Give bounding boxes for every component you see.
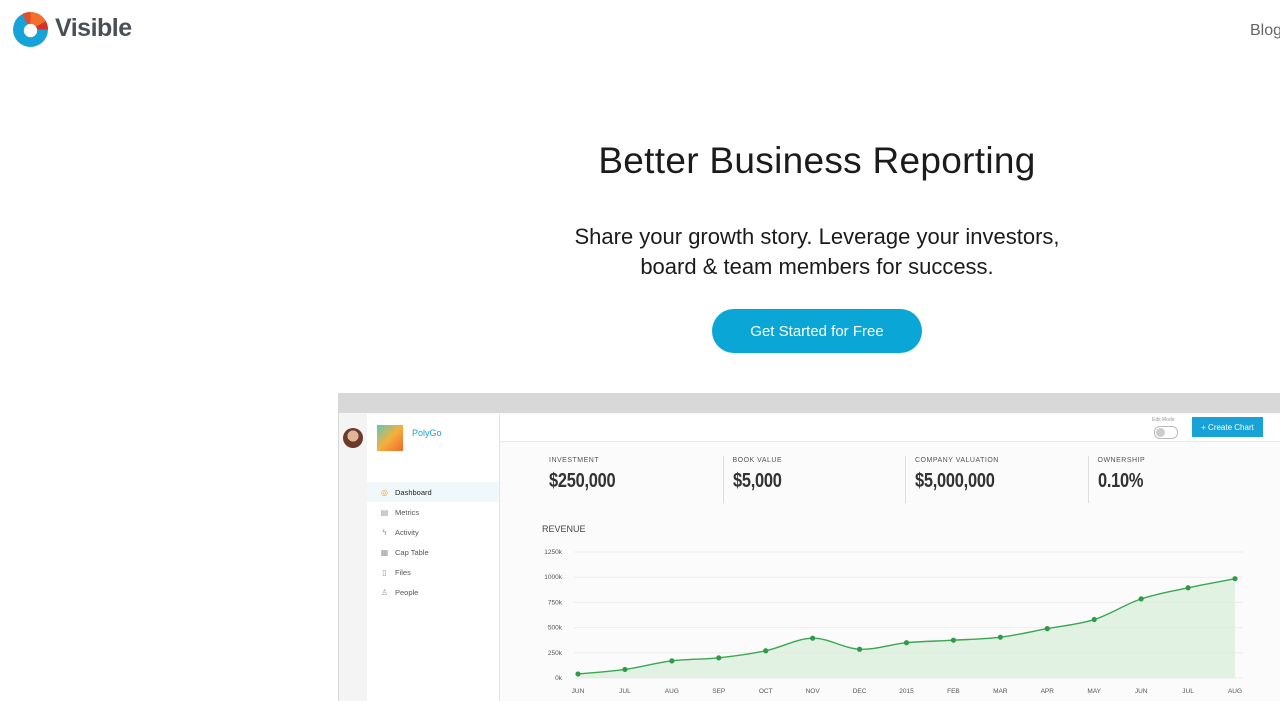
y-tick-label: 500k (548, 625, 563, 632)
x-tick-label: NOV (806, 688, 821, 695)
product-screenshot: PolyGo ◎ Dashboard ▤ Metrics ϟ Activity … (338, 393, 1280, 701)
files-icon: ▯ (382, 567, 387, 577)
sidebar-item-label: Dashboard (395, 487, 432, 497)
kpi-label: COMPANY VALUATION (915, 457, 999, 464)
sidebar-item-label: Metrics (395, 507, 420, 517)
kpi-value: $5,000 (732, 470, 782, 492)
data-point (622, 666, 628, 673)
app-sidebar: PolyGo ◎ Dashboard ▤ Metrics ϟ Activity … (367, 414, 500, 701)
x-tick-label: JUN (1135, 688, 1148, 695)
data-point (763, 648, 769, 654)
app-rail (339, 414, 368, 701)
x-tick-label: JUL (1182, 688, 1194, 695)
browser-frame-bar (339, 394, 1280, 413)
sidebar-item-cap-table[interactable]: ▦ Cap Table (367, 542, 499, 562)
x-tick-label: DEC (853, 688, 867, 695)
cap-table-icon: ▦ (380, 547, 389, 557)
hero-title: Better Business Reporting (598, 140, 1036, 181)
sidebar-item-files[interactable]: ▯ Files (367, 562, 499, 582)
data-point (575, 671, 581, 677)
x-tick-label: OCT (759, 688, 773, 695)
dashboard-icon: ◎ (381, 487, 388, 497)
x-tick-label: JUN (572, 688, 585, 695)
x-tick-label: JUL (619, 688, 631, 695)
y-tick-label: 0k (555, 675, 563, 682)
people-icon: ♙ (380, 587, 389, 597)
get-started-button[interactable]: Get Started for Free (712, 309, 922, 353)
data-point (950, 637, 957, 643)
nav-link-blog[interactable]: Blog (1250, 22, 1280, 40)
kpi-ownership: OWNERSHIP 0.10% (1087, 456, 1271, 503)
data-point (1232, 576, 1238, 582)
data-point (716, 655, 722, 661)
hero-subtitle-line-2: board & team members for success. (640, 254, 994, 279)
sidebar-item-metrics[interactable]: ▤ Metrics (367, 502, 499, 522)
visible-logo-icon (13, 12, 48, 47)
sidebar-item-activity[interactable]: ϟ Activity (367, 522, 499, 542)
sidebar-item-label: Activity (395, 527, 419, 537)
edit-mode-label: Edit Mode (1152, 417, 1175, 423)
sidebar-item-people[interactable]: ♙ People (367, 582, 499, 602)
kpi-value: $5,000,000 (915, 470, 995, 492)
x-tick-label: FEB (947, 688, 960, 695)
sidebar-item-label: Files (395, 567, 411, 577)
data-point (1185, 585, 1191, 591)
x-tick-label: AUG (1228, 688, 1242, 695)
data-point (1044, 626, 1050, 632)
site-logo[interactable]: Visible (12, 10, 132, 47)
logo-text: Visible (55, 14, 132, 42)
data-point (810, 635, 816, 641)
x-tick-label: APR (1041, 688, 1055, 695)
sidebar-item-label: People (395, 587, 419, 597)
data-point (669, 658, 675, 664)
metrics-icon: ▤ (380, 507, 389, 517)
y-tick-label: 750k (548, 599, 563, 606)
data-point (997, 634, 1003, 640)
x-tick-label: SEP (712, 688, 725, 695)
app-main: Edit Mode + Create Chart INVESTMENT $250… (500, 414, 1280, 701)
hero-subtitle-line-1: Share your growth story. Leverage your i… (574, 224, 1060, 249)
kpi-book-value: BOOK VALUE $5,000 (722, 456, 906, 503)
kpi-investment: INVESTMENT $250,000 (540, 456, 723, 503)
data-point (1091, 616, 1097, 623)
app-topbar: Edit Mode + Create Chart (500, 414, 1280, 442)
hero-subtitle: Share your growth story. Leverage your i… (0, 222, 1280, 282)
company-name[interactable]: PolyGo (412, 428, 442, 438)
kpi-label: OWNERSHIP (1097, 457, 1146, 464)
data-point (1138, 596, 1144, 602)
chart-title: REVENUE (542, 524, 586, 534)
y-tick-label: 1250k (544, 549, 562, 556)
series-area (578, 578, 1235, 678)
kpi-row: INVESTMENT $250,000 BOOK VALUE $5,000 CO… (540, 456, 1270, 503)
x-tick-label: MAR (993, 688, 1008, 695)
sidebar-item-label: Cap Table (395, 547, 429, 557)
side-nav: ◎ Dashboard ▤ Metrics ϟ Activity ▦ Cap T… (367, 482, 499, 602)
x-tick-label: MAY (1087, 688, 1101, 695)
user-avatar[interactable] (343, 428, 363, 448)
kpi-value: $250,000 (549, 470, 616, 492)
company-logo (377, 425, 403, 451)
y-tick-label: 250k (548, 650, 563, 657)
create-chart-button[interactable]: + Create Chart (1192, 417, 1263, 437)
edit-mode-toggle[interactable] (1154, 426, 1178, 439)
revenue-chart: 0k 250k 500k 750k 1000k 1250k JUN JUL AUG SEP OCT N… (544, 549, 1243, 695)
kpi-label: INVESTMENT (549, 457, 600, 464)
y-tick-label: 1000k (544, 574, 562, 581)
kpi-company-valuation: COMPANY VALUATION $5,000,000 (905, 456, 1088, 503)
sidebar-item-dashboard[interactable]: ◎ Dashboard (367, 482, 499, 502)
x-tick-label: 2015 (899, 688, 914, 695)
activity-icon: ϟ (382, 527, 387, 537)
data-point (903, 640, 910, 646)
x-tick-label: AUG (665, 688, 679, 695)
data-point (856, 646, 863, 652)
kpi-label: BOOK VALUE (732, 457, 783, 464)
kpi-value: 0.10% (1097, 470, 1144, 492)
